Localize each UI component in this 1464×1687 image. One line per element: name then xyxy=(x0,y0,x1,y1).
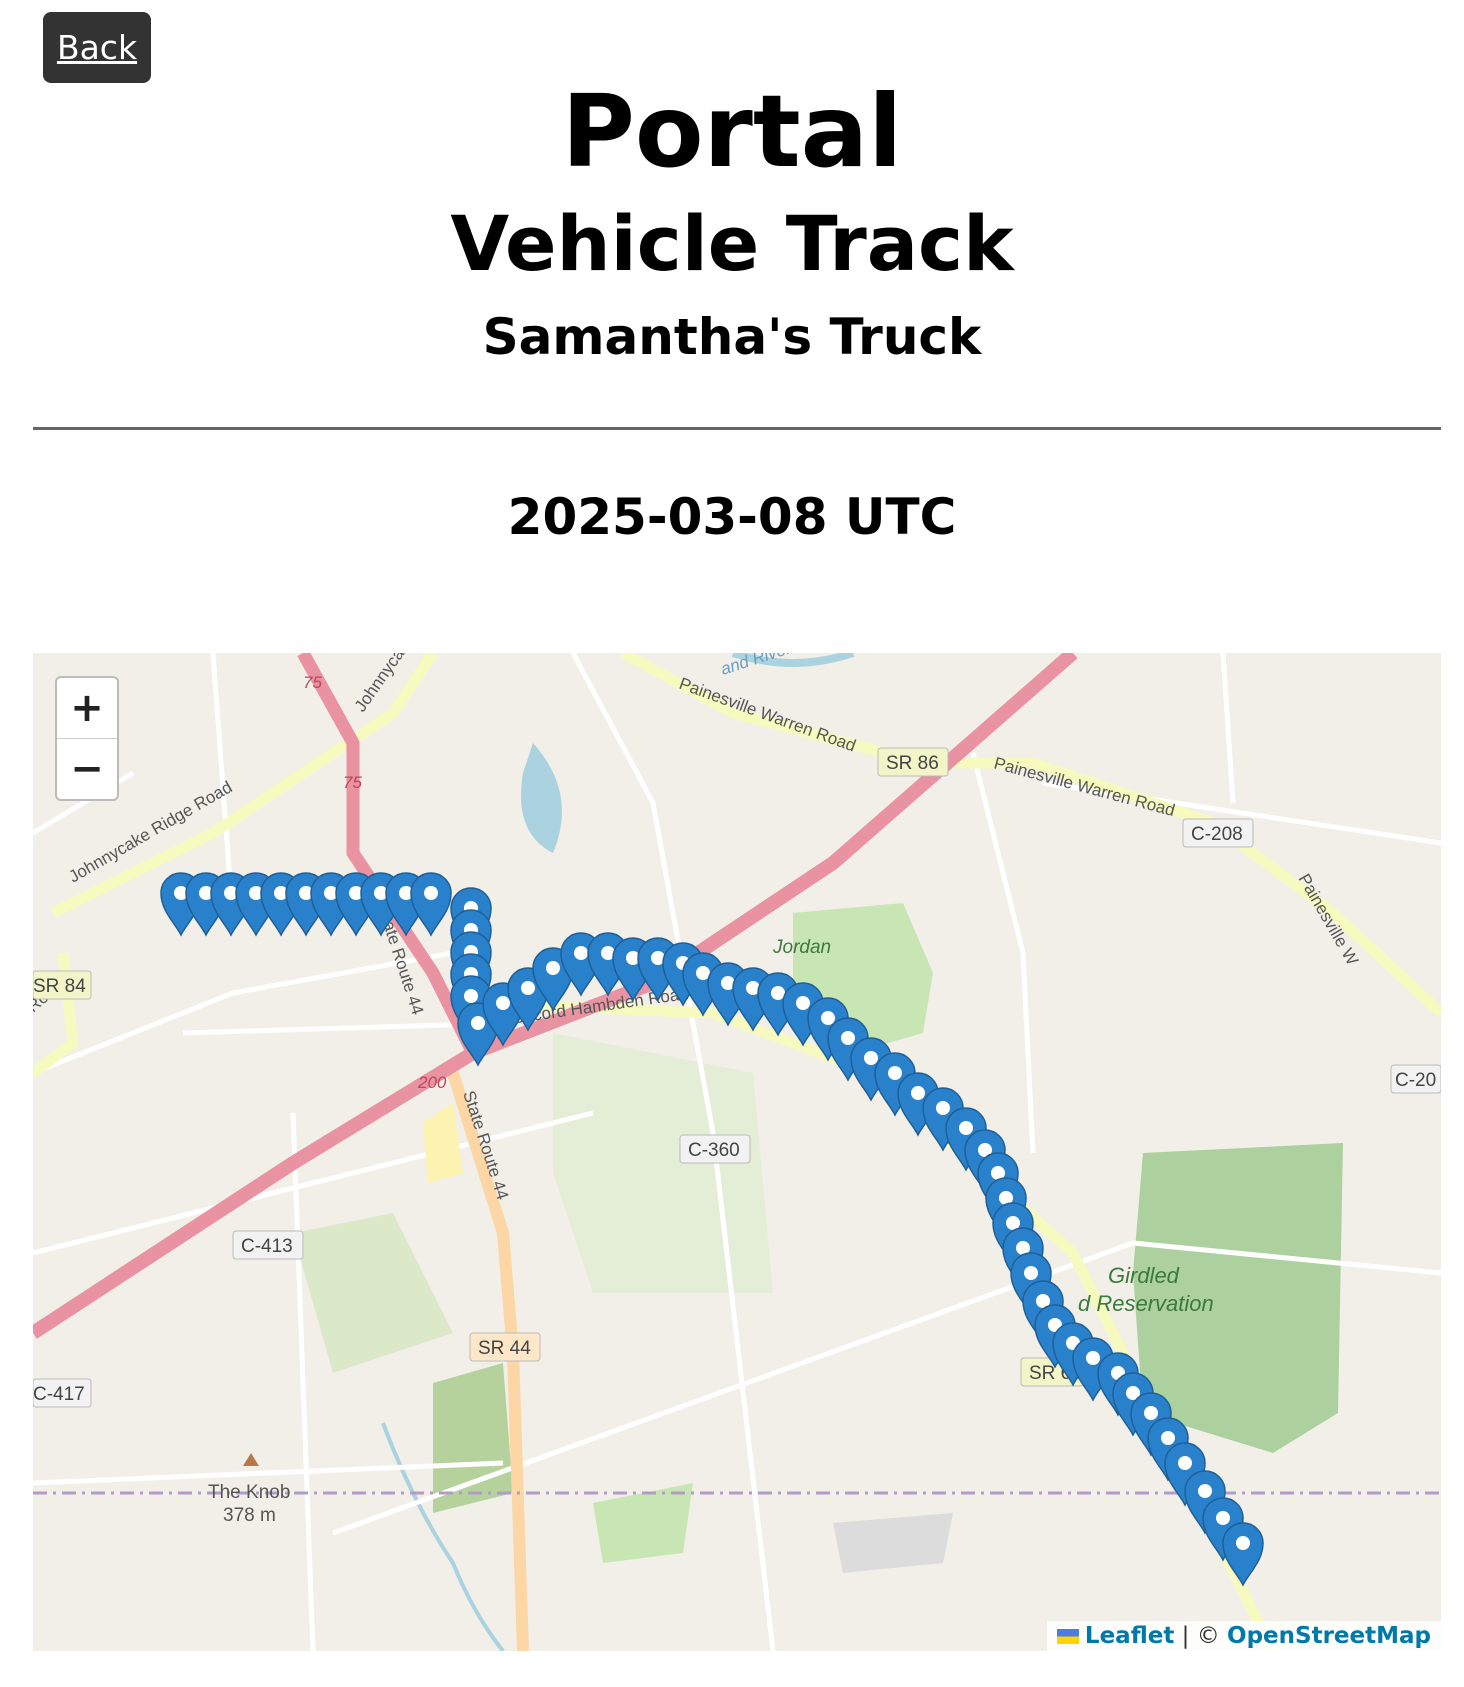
track-date: 2025-03-08 UTC xyxy=(507,488,957,546)
road-label: Painesville Warren Road xyxy=(992,754,1177,821)
zoom-out-button[interactable]: − xyxy=(57,738,117,799)
map-pin-dot xyxy=(841,1031,855,1045)
svg-text:C-413: C-413 xyxy=(241,1236,293,1257)
peak-icon xyxy=(243,1453,259,1466)
svg-text:C-20: C-20 xyxy=(1395,1070,1436,1091)
route-label: 75 xyxy=(343,773,362,792)
svg-text:C-417: C-417 xyxy=(33,1384,85,1405)
map-pin-dot xyxy=(496,996,510,1010)
map-pin-dot xyxy=(1024,1266,1038,1280)
map-pin-dot xyxy=(1198,1484,1212,1498)
page-header: Portal Vehicle Track Samantha's Truck xyxy=(0,70,1464,366)
leaflet-link[interactable]: Leaflet xyxy=(1085,1623,1174,1649)
route-label: 75 xyxy=(303,673,322,692)
map-pin-icon xyxy=(410,872,452,937)
park-area-3 xyxy=(593,1483,693,1563)
road-label: Painesville W xyxy=(1295,871,1362,969)
map-pin-dot xyxy=(1086,1351,1100,1365)
park-label: Jordan xyxy=(772,937,831,958)
map-pin-dot xyxy=(574,946,588,960)
page-title: Portal xyxy=(561,73,903,190)
map-pin-dot xyxy=(959,1121,973,1135)
map-attribution: Leaflet | © OpenStreetMap xyxy=(1046,1621,1441,1651)
divider xyxy=(33,427,1441,430)
svg-text:SR 86: SR 86 xyxy=(886,753,939,774)
elevation-label: 378 m xyxy=(223,1505,276,1526)
osm-link[interactable]: OpenStreetMap xyxy=(1227,1623,1431,1649)
pond xyxy=(521,743,562,853)
map-pin-dot xyxy=(546,961,560,975)
route-label: 200 xyxy=(417,1073,447,1092)
track-marker[interactable] xyxy=(410,872,452,937)
park-label: Girdled xyxy=(1108,1263,1180,1288)
map-pin-dot xyxy=(1216,1511,1230,1525)
svg-text:SR 44: SR 44 xyxy=(478,1338,531,1359)
map-pin-dot xyxy=(888,1066,902,1080)
map-pin-dot xyxy=(1144,1406,1158,1420)
map-view[interactable]: and River Painesville Warren Road Paines… xyxy=(33,653,1441,1651)
map-tiles[interactable]: and River Painesville Warren Road Paines… xyxy=(33,653,1441,1651)
map-pin-dot xyxy=(936,1101,950,1115)
road-label: Painesville Warren Road xyxy=(677,674,859,756)
map-pin-dot xyxy=(464,989,478,1003)
svg-text:C-208: C-208 xyxy=(1191,824,1243,845)
map-pin-dot xyxy=(821,1011,835,1025)
map-pin-dot xyxy=(796,996,810,1010)
map-pin-dot xyxy=(471,1016,485,1030)
map-pin-dot xyxy=(1178,1456,1192,1470)
map-pin-dot xyxy=(911,1086,925,1100)
attribution-separator: | © xyxy=(1174,1623,1228,1649)
ukraine-flag-icon xyxy=(1056,1629,1079,1644)
peak-label: The Knob xyxy=(208,1482,290,1503)
zoom-control: + − xyxy=(55,676,119,801)
map-pin-dot xyxy=(864,1051,878,1065)
urban-area xyxy=(833,1513,953,1573)
landuse-patch xyxy=(423,1103,463,1183)
park-area-2 xyxy=(293,1213,453,1373)
svg-text:C-360: C-360 xyxy=(688,1140,740,1161)
map-pin-dot xyxy=(521,981,535,995)
zoom-in-button[interactable]: + xyxy=(57,678,117,738)
vehicle-name: Samantha's Truck xyxy=(482,308,982,366)
map-pin-dot xyxy=(1236,1536,1250,1550)
svg-text:SR 84: SR 84 xyxy=(33,976,86,997)
park-label: d Reservation xyxy=(1078,1291,1214,1316)
map-pin-dot xyxy=(424,886,438,900)
map-pin-dot xyxy=(1161,1431,1175,1445)
page-subtitle: Vehicle Track xyxy=(450,199,1014,288)
